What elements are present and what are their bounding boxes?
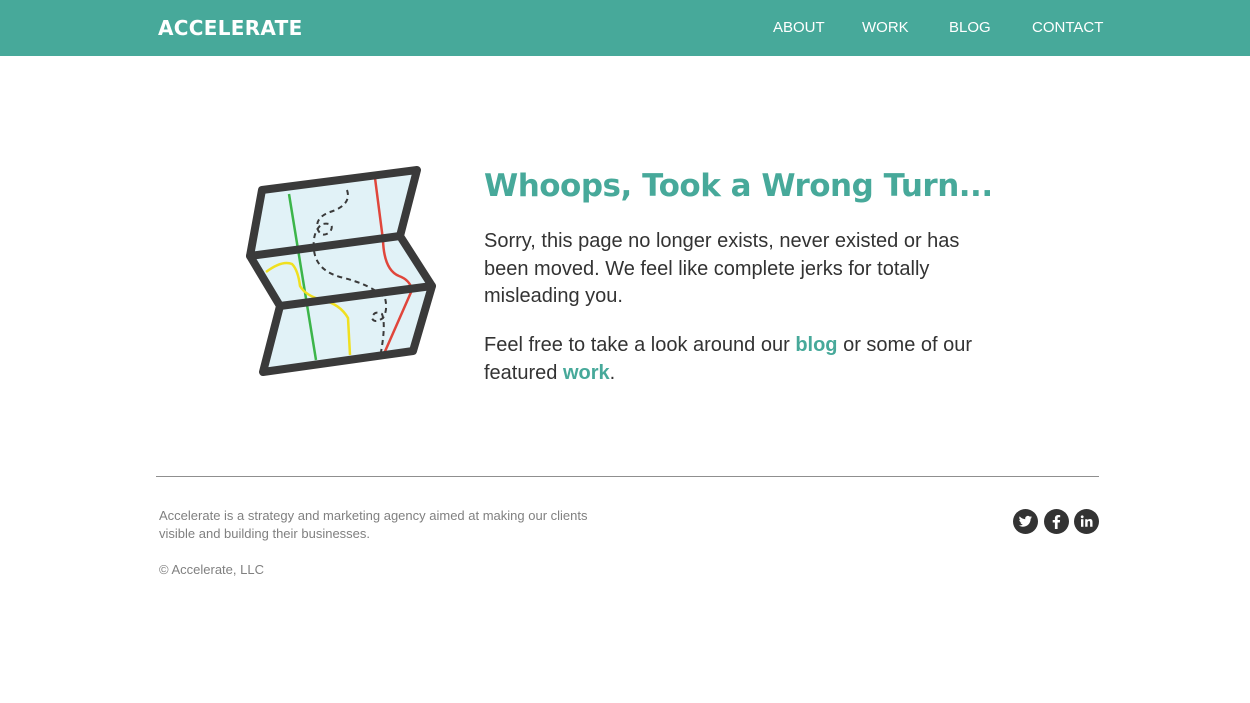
twitter-icon[interactable] — [1013, 509, 1038, 534]
footer-about-text: Accelerate is a strategy and marketing a… — [159, 508, 588, 541]
nav-about-link[interactable]: ABOUT — [773, 19, 825, 37]
suggestion-text-part: . — [609, 361, 616, 384]
facebook-icon[interactable] — [1044, 509, 1069, 534]
blog-link[interactable]: blog — [795, 334, 837, 356]
work-link[interactable]: work — [563, 362, 610, 384]
linkedin-icon[interactable] — [1074, 509, 1099, 534]
logo[interactable]: ACCELERATE — [158, 16, 303, 40]
suggestion-text-part: Feel free to take a look around our — [484, 334, 796, 356]
nav-blog-link[interactable]: BLOG — [949, 19, 991, 37]
error-message: Sorry, this page no longer exists, never… — [484, 230, 960, 307]
copyright-text: © Accelerate, LLC — [159, 562, 264, 577]
nav-contact-link[interactable]: CONTACT — [1032, 19, 1103, 37]
folded-map-icon — [240, 160, 445, 382]
footer-divider — [156, 476, 1099, 477]
top-navigation-bar: ACCELERATE ABOUT WORK BLOG CONTACT — [0, 0, 1250, 56]
page-title: Whoops, Took a Wrong Turn... — [484, 168, 993, 204]
nav-work-link[interactable]: WORK — [862, 19, 909, 37]
suggestion-text: Feel free to take a look around our blog… — [484, 332, 1004, 387]
